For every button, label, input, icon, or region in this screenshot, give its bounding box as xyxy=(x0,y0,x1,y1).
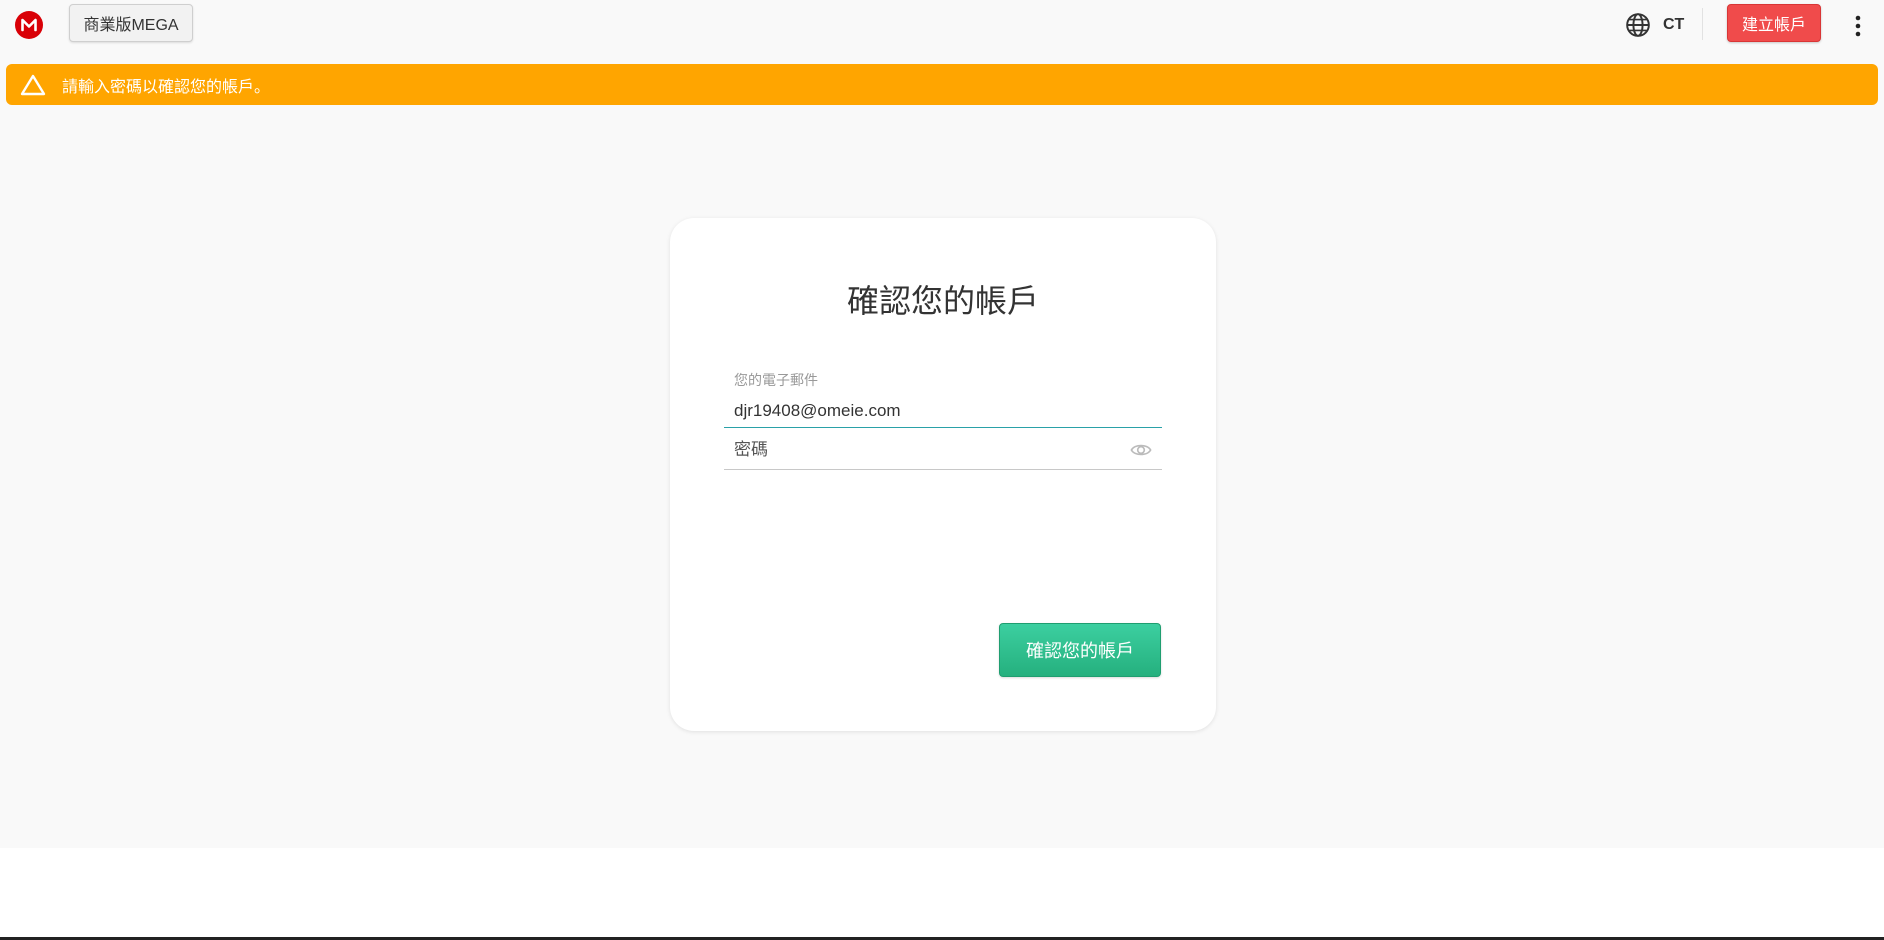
email-label: 您的電子郵件 xyxy=(734,372,818,388)
language-label: CT xyxy=(1663,16,1685,33)
language-selector[interactable]: CT xyxy=(1625,11,1684,39)
create-account-button[interactable]: 建立帳戶 xyxy=(1727,4,1821,42)
password-field-group xyxy=(724,430,1162,470)
mega-logo-icon[interactable] xyxy=(15,11,43,39)
header-divider xyxy=(1702,8,1703,40)
warning-message: 請輸入密碼以確認您的帳戶。 xyxy=(62,78,271,96)
confirm-account-button[interactable]: 確認您的帳戶 xyxy=(999,623,1161,677)
eye-icon[interactable] xyxy=(1130,440,1152,460)
warning-banner: 請輸入密碼以確認您的帳戶。 xyxy=(6,64,1878,105)
page: 商業版MEGA CT 建立帳戶 請輸入密碼以確認您的帳戶。 確認您的帳戶 您的電… xyxy=(0,0,1884,848)
warning-triangle-icon xyxy=(20,74,46,95)
password-field[interactable] xyxy=(724,430,1162,470)
footer-area xyxy=(0,848,1884,940)
email-field[interactable] xyxy=(724,394,1162,428)
card-title: 確認您的帳戶 xyxy=(846,283,1039,319)
globe-icon xyxy=(1626,13,1650,37)
confirm-account-card: 確認您的帳戶 您的電子郵件 確認您的帳戶 xyxy=(670,218,1216,731)
more-vertical-icon xyxy=(1855,15,1861,37)
mega-logo-svg xyxy=(15,11,43,39)
business-mega-button[interactable]: 商業版MEGA xyxy=(69,4,193,42)
top-bar: 商業版MEGA CT 建立帳戶 xyxy=(0,0,1884,56)
more-menu-button[interactable] xyxy=(1846,12,1870,40)
